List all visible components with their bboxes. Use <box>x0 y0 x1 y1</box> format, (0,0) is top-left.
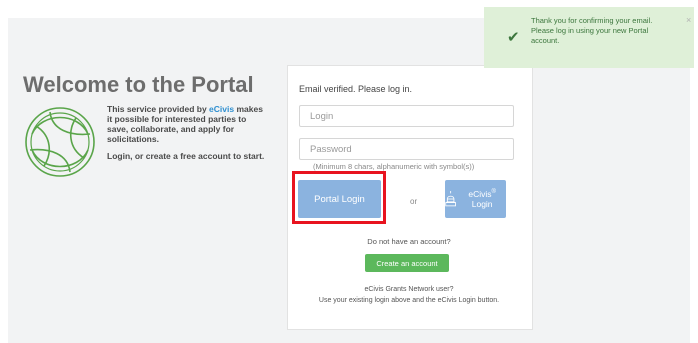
intro-text: This service provided by eCivis makes it… <box>107 104 267 144</box>
login-status-message: Email verified. Please log in. <box>299 84 413 94</box>
toast-message: Thank you for confirming your email. Ple… <box>531 16 653 45</box>
password-input[interactable] <box>299 138 514 160</box>
check-icon: ✔ <box>507 29 520 46</box>
capitol-dome-icon <box>445 191 456 207</box>
grants-network-instructions: Use your existing login above and the eC… <box>318 297 500 304</box>
intro-cta: Login, or create a free account to start… <box>107 151 265 161</box>
page-title: Welcome to the Portal <box>23 72 254 97</box>
ecivis-link[interactable]: eCivis <box>209 104 234 114</box>
grants-network-question: eCivis Grants Network user? <box>364 286 454 293</box>
no-account-text: Do not have an account? <box>367 237 451 246</box>
logo-icon <box>25 107 95 177</box>
ecivis-login-label: eCivis® Login <box>468 189 496 209</box>
intro-prefix: This service provided by <box>107 104 210 114</box>
login-input[interactable] <box>299 105 514 127</box>
create-account-button[interactable]: Create an account <box>365 254 449 272</box>
or-separator: or <box>410 197 418 206</box>
password-hint: (Minimum 8 chars, alphanumeric with symb… <box>313 162 475 171</box>
ecivis-login-button[interactable]: eCivis® Login <box>445 180 506 218</box>
annotation-highlight-box <box>292 171 386 224</box>
toast-close-icon[interactable]: × <box>686 15 691 25</box>
